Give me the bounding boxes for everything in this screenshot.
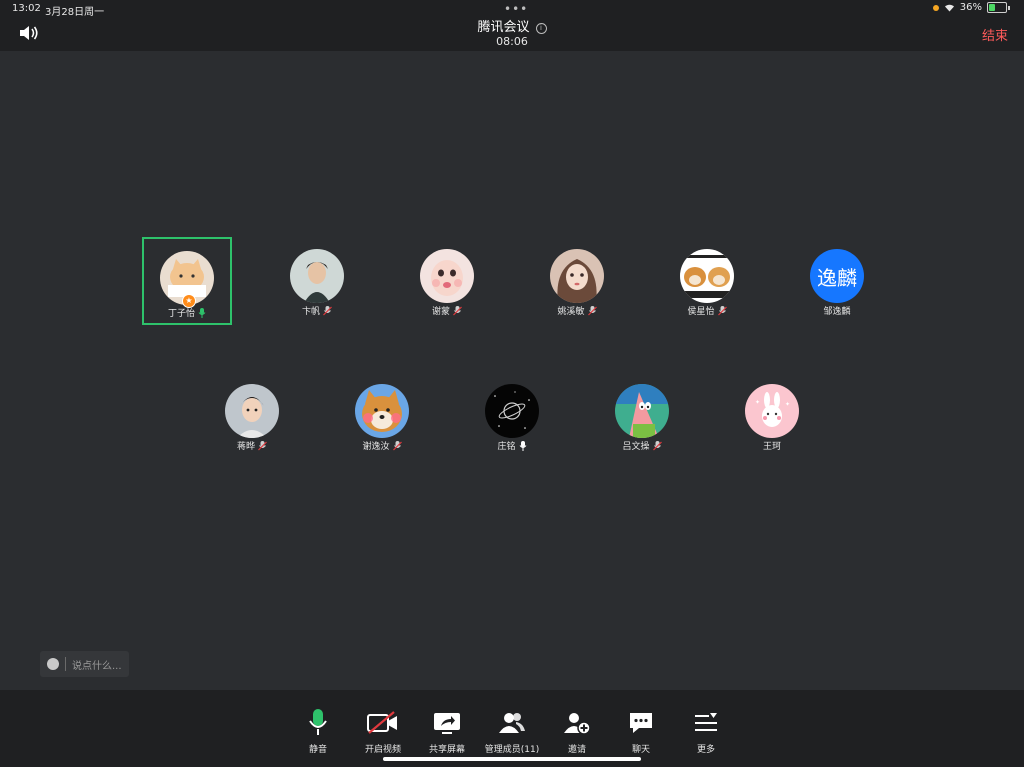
- mic-muted-icon: [323, 306, 332, 316]
- mic-on-icon: [519, 441, 526, 451]
- mute-label: 静音: [308, 745, 327, 755]
- chat-input[interactable]: 说点什么...: [40, 651, 129, 677]
- mic-muted-icon: [392, 441, 402, 451]
- end-meeting-button[interactable]: 结束: [982, 25, 1008, 44]
- mic-muted-icon: [453, 306, 462, 316]
- participant-tile[interactable]: 吕文操: [597, 372, 687, 460]
- share-screen-icon: [434, 713, 460, 734]
- wifi-icon: [944, 4, 954, 12]
- emoji-icon[interactable]: [47, 658, 59, 670]
- participant-tile[interactable]: 庄铭: [467, 372, 557, 460]
- chat-label: 聊天: [631, 745, 650, 755]
- meeting-title[interactable]: 腾讯会议 i: [0, 16, 1024, 35]
- video-off-icon: [367, 711, 397, 734]
- svg-text:✦: ✦: [785, 401, 790, 408]
- participant-name: 吕文操: [597, 439, 687, 452]
- participant-name: 庄铭: [467, 439, 557, 452]
- meeting-title-text: 腾讯会议: [477, 20, 530, 35]
- mic-muted-icon: [652, 441, 662, 451]
- status-right: 36%: [932, 2, 1010, 13]
- start-video-button[interactable]: 开启视频: [348, 708, 418, 755]
- avatar: 逸麟: [810, 249, 864, 303]
- avatar: [420, 249, 474, 303]
- add-user-icon: [564, 713, 591, 735]
- more-button[interactable]: 更多: [671, 708, 741, 755]
- meeting-timer: 08:06: [496, 35, 528, 48]
- avatar: [615, 384, 669, 438]
- participant-name: 谢蒙: [402, 304, 492, 317]
- battery-icon: [987, 2, 1007, 13]
- participant-name: 姚溪敏: [532, 304, 622, 317]
- svg-text:✦: ✦: [755, 399, 760, 406]
- participant-tile[interactable]: 谢蒙: [402, 237, 492, 325]
- avatar: [550, 249, 604, 303]
- info-icon[interactable]: i: [535, 23, 547, 34]
- participant-tile[interactable]: 姚溪敏: [532, 237, 622, 325]
- home-indicator[interactable]: [383, 757, 641, 761]
- manage-members-button[interactable]: 管理成员(11): [477, 708, 547, 755]
- more-label: 更多: [696, 745, 715, 755]
- share-screen-label: 共享屏幕: [428, 745, 465, 755]
- divider: [65, 657, 66, 671]
- microphone-icon: [309, 709, 327, 735]
- participant-tile[interactable]: ✦ ✦ 王珂: [727, 372, 817, 460]
- participant-tile[interactable]: 逸麟 邹逸麟: [792, 237, 882, 325]
- avatar: [485, 384, 539, 438]
- members-icon: [499, 713, 525, 733]
- participant-tile[interactable]: 侯星怡: [662, 237, 752, 325]
- top-bar: 13:02 3月28日周一 ••• 36% 腾讯会议 i 08:06 结束: [0, 0, 1024, 51]
- participant-name: 邹逸麟: [823, 307, 851, 317]
- invite-label: 邀请: [567, 745, 586, 755]
- mic-on-icon: [198, 308, 206, 318]
- status-time: 13:02: [12, 3, 41, 14]
- participant-name: 卞帆: [272, 304, 362, 317]
- mic-muted-icon: [587, 306, 597, 316]
- mute-button[interactable]: 静音: [283, 708, 353, 755]
- participant-name: 王珂: [762, 442, 781, 452]
- invite-button[interactable]: 邀请: [542, 708, 612, 755]
- participant-tile[interactable]: 卞帆: [272, 237, 362, 325]
- avatar-text: 逸麟: [817, 265, 857, 290]
- participant-tile[interactable]: ★ 丁子怡: [142, 237, 232, 325]
- manage-members-label: 管理成员(11): [484, 745, 540, 755]
- participant-name: 侯星怡: [662, 304, 752, 317]
- mic-muted-icon: [717, 306, 727, 316]
- avatar: ✦ ✦: [745, 384, 799, 438]
- more-menu-icon: [695, 713, 717, 731]
- chat-bubble-icon: [630, 713, 652, 733]
- participant-name: 谢逸汝: [337, 439, 427, 452]
- avatar: [225, 384, 279, 438]
- mic-muted-icon: [258, 441, 267, 451]
- chat-placeholder: 说点什么...: [72, 660, 122, 672]
- recording-indicator-icon: [932, 4, 939, 11]
- avatar: [680, 249, 734, 303]
- share-screen-button[interactable]: 共享屏幕: [412, 708, 482, 755]
- start-video-label: 开启视频: [364, 745, 401, 755]
- participant-tile[interactable]: 谢逸汝: [337, 372, 427, 460]
- participant-name: 丁子怡: [144, 306, 230, 319]
- battery-percent: 36%: [959, 2, 982, 13]
- avatar: [290, 249, 344, 303]
- participant-tile[interactable]: 蒋晔: [207, 372, 297, 460]
- chat-button[interactable]: 聊天: [606, 708, 676, 755]
- multitasking-dots-icon[interactable]: •••: [504, 2, 528, 16]
- avatar: [355, 384, 409, 438]
- participant-name: 蒋晔: [207, 439, 297, 452]
